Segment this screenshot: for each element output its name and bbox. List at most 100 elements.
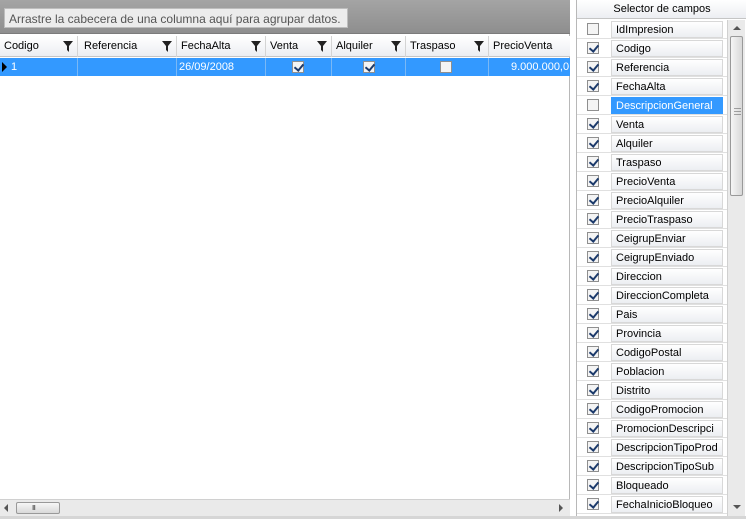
column-header-precioventa[interactable]: PrecioVenta xyxy=(489,36,570,57)
field-item[interactable]: PrecioVenta xyxy=(577,172,727,191)
field-item[interactable]: Referencia xyxy=(577,58,727,77)
column-header-referencia[interactable]: Referencia xyxy=(78,36,177,57)
cell-referencia[interactable] xyxy=(78,58,177,76)
field-item[interactable]: PrecioTraspaso xyxy=(577,210,727,229)
field-checkbox[interactable] xyxy=(587,422,599,434)
column-header-venta[interactable]: Venta xyxy=(266,36,332,57)
filter-icon[interactable] xyxy=(317,41,327,52)
field-label[interactable]: DescripcionTipoProd xyxy=(611,439,723,456)
field-checkbox[interactable] xyxy=(587,118,599,130)
column-header-codigo[interactable]: Codigo xyxy=(0,36,78,57)
venta-checkbox[interactable] xyxy=(292,61,304,73)
scroll-left-icon[interactable] xyxy=(4,504,8,512)
field-label[interactable]: Codigo xyxy=(611,40,723,57)
scroll-down-icon[interactable] xyxy=(733,505,741,509)
field-item[interactable]: Alquiler xyxy=(577,134,727,153)
traspaso-checkbox[interactable] xyxy=(440,61,452,73)
cell-traspaso[interactable] xyxy=(406,58,489,76)
field-label[interactable]: PrecioTraspaso xyxy=(611,211,723,228)
filter-icon[interactable] xyxy=(63,41,73,52)
field-label[interactable]: CodigoPostal xyxy=(611,344,723,361)
field-item[interactable]: FechaInicioBloqueo xyxy=(577,495,727,514)
group-by-panel[interactable]: Arrastre la cabecera de una columna aquí… xyxy=(0,0,570,34)
field-label[interactable]: Referencia xyxy=(611,59,723,76)
field-checkbox[interactable] xyxy=(587,441,599,453)
field-checkbox[interactable] xyxy=(587,498,599,510)
table-row[interactable]: 1 26/09/2008 9.000.000,0 xyxy=(0,58,570,76)
field-label[interactable]: IdImpresion xyxy=(611,21,723,38)
field-checkbox[interactable] xyxy=(587,156,599,168)
field-checkbox[interactable] xyxy=(587,194,599,206)
field-checkbox[interactable] xyxy=(587,232,599,244)
field-checkbox[interactable] xyxy=(587,346,599,358)
field-item[interactable]: Venta xyxy=(577,115,727,134)
field-item[interactable]: PrecioAlquiler xyxy=(577,191,727,210)
field-checkbox[interactable] xyxy=(587,327,599,339)
field-label[interactable]: PrecioAlquiler xyxy=(611,192,723,209)
field-label[interactable]: DescripcionTipoSub xyxy=(611,458,723,475)
field-label[interactable]: CodigoPromocion xyxy=(611,401,723,418)
column-header-traspaso[interactable]: Traspaso xyxy=(406,36,489,57)
field-checkbox[interactable] xyxy=(587,289,599,301)
field-checkbox[interactable] xyxy=(587,308,599,320)
field-checkbox[interactable] xyxy=(587,479,599,491)
field-checkbox[interactable] xyxy=(587,137,599,149)
field-item[interactable]: CeigrupEnviado xyxy=(577,248,727,267)
scroll-up-icon[interactable] xyxy=(733,26,741,30)
field-checkbox[interactable] xyxy=(587,99,599,111)
field-checkbox[interactable] xyxy=(587,251,599,263)
field-label[interactable]: Alquiler xyxy=(611,135,723,152)
field-checkbox[interactable] xyxy=(587,270,599,282)
field-checkbox[interactable] xyxy=(587,61,599,73)
column-header-fechaalta[interactable]: FechaAlta xyxy=(177,36,266,57)
filter-icon[interactable] xyxy=(391,41,401,52)
filter-icon[interactable] xyxy=(474,41,484,52)
field-label[interactable]: Poblacion xyxy=(611,363,723,380)
cell-venta[interactable] xyxy=(266,58,332,76)
field-label[interactable]: Provincia xyxy=(611,325,723,342)
field-label[interactable]: FechaInicioBloqueo xyxy=(611,496,723,513)
field-item[interactable]: Distrito xyxy=(577,381,727,400)
field-checkbox[interactable] xyxy=(587,213,599,225)
field-label[interactable]: PromocionDescripci xyxy=(611,420,723,437)
field-checkbox[interactable] xyxy=(587,384,599,396)
field-checkbox[interactable] xyxy=(587,80,599,92)
field-label[interactable]: DescripcionGeneral xyxy=(611,97,723,114)
cell-precioventa[interactable]: 9.000.000,0 xyxy=(489,58,570,76)
field-label[interactable]: Distrito xyxy=(611,382,723,399)
cell-alquiler[interactable] xyxy=(332,58,406,76)
field-item[interactable]: IdImpresion xyxy=(577,20,727,39)
cell-fechaalta[interactable]: 26/09/2008 xyxy=(177,58,266,76)
field-label[interactable]: CeigrupEnviar xyxy=(611,230,723,247)
field-item[interactable]: DireccionCompleta xyxy=(577,286,727,305)
alquiler-checkbox[interactable] xyxy=(363,61,375,73)
field-label[interactable]: Pais xyxy=(611,306,723,323)
horizontal-scrollbar[interactable]: III xyxy=(0,499,570,516)
field-item[interactable]: PromocionDescripci xyxy=(577,419,727,438)
field-item[interactable]: Bloqueado xyxy=(577,476,727,495)
field-label[interactable]: Direccion xyxy=(611,268,723,285)
field-item[interactable]: CeigrupEnviar xyxy=(577,229,727,248)
field-item[interactable]: Provincia xyxy=(577,324,727,343)
field-checkbox[interactable] xyxy=(587,42,599,54)
field-label[interactable]: Venta xyxy=(611,116,723,133)
cell-codigo[interactable]: 1 xyxy=(0,58,78,76)
field-checkbox[interactable] xyxy=(587,365,599,377)
vertical-scroll-thumb[interactable]: — — — xyxy=(730,36,743,196)
field-checkbox[interactable] xyxy=(587,460,599,472)
field-checkbox[interactable] xyxy=(587,23,599,35)
field-label[interactable]: FechaAlta xyxy=(611,78,723,95)
filter-icon[interactable] xyxy=(251,41,261,52)
field-checkbox[interactable] xyxy=(587,175,599,187)
field-item[interactable]: DescripcionTipoProd xyxy=(577,438,727,457)
horizontal-scroll-thumb[interactable]: III xyxy=(16,502,60,514)
field-label[interactable]: Bloqueado xyxy=(611,477,723,494)
scroll-right-icon[interactable] xyxy=(559,504,563,512)
field-item[interactable]: Poblacion xyxy=(577,362,727,381)
field-label[interactable]: DireccionCompleta xyxy=(611,287,723,304)
filter-icon[interactable] xyxy=(162,41,172,52)
field-item[interactable]: Pais xyxy=(577,305,727,324)
field-label[interactable]: CeigrupEnviado xyxy=(611,249,723,266)
field-item[interactable]: DescripcionGeneral xyxy=(577,96,727,115)
field-checkbox[interactable] xyxy=(587,403,599,415)
